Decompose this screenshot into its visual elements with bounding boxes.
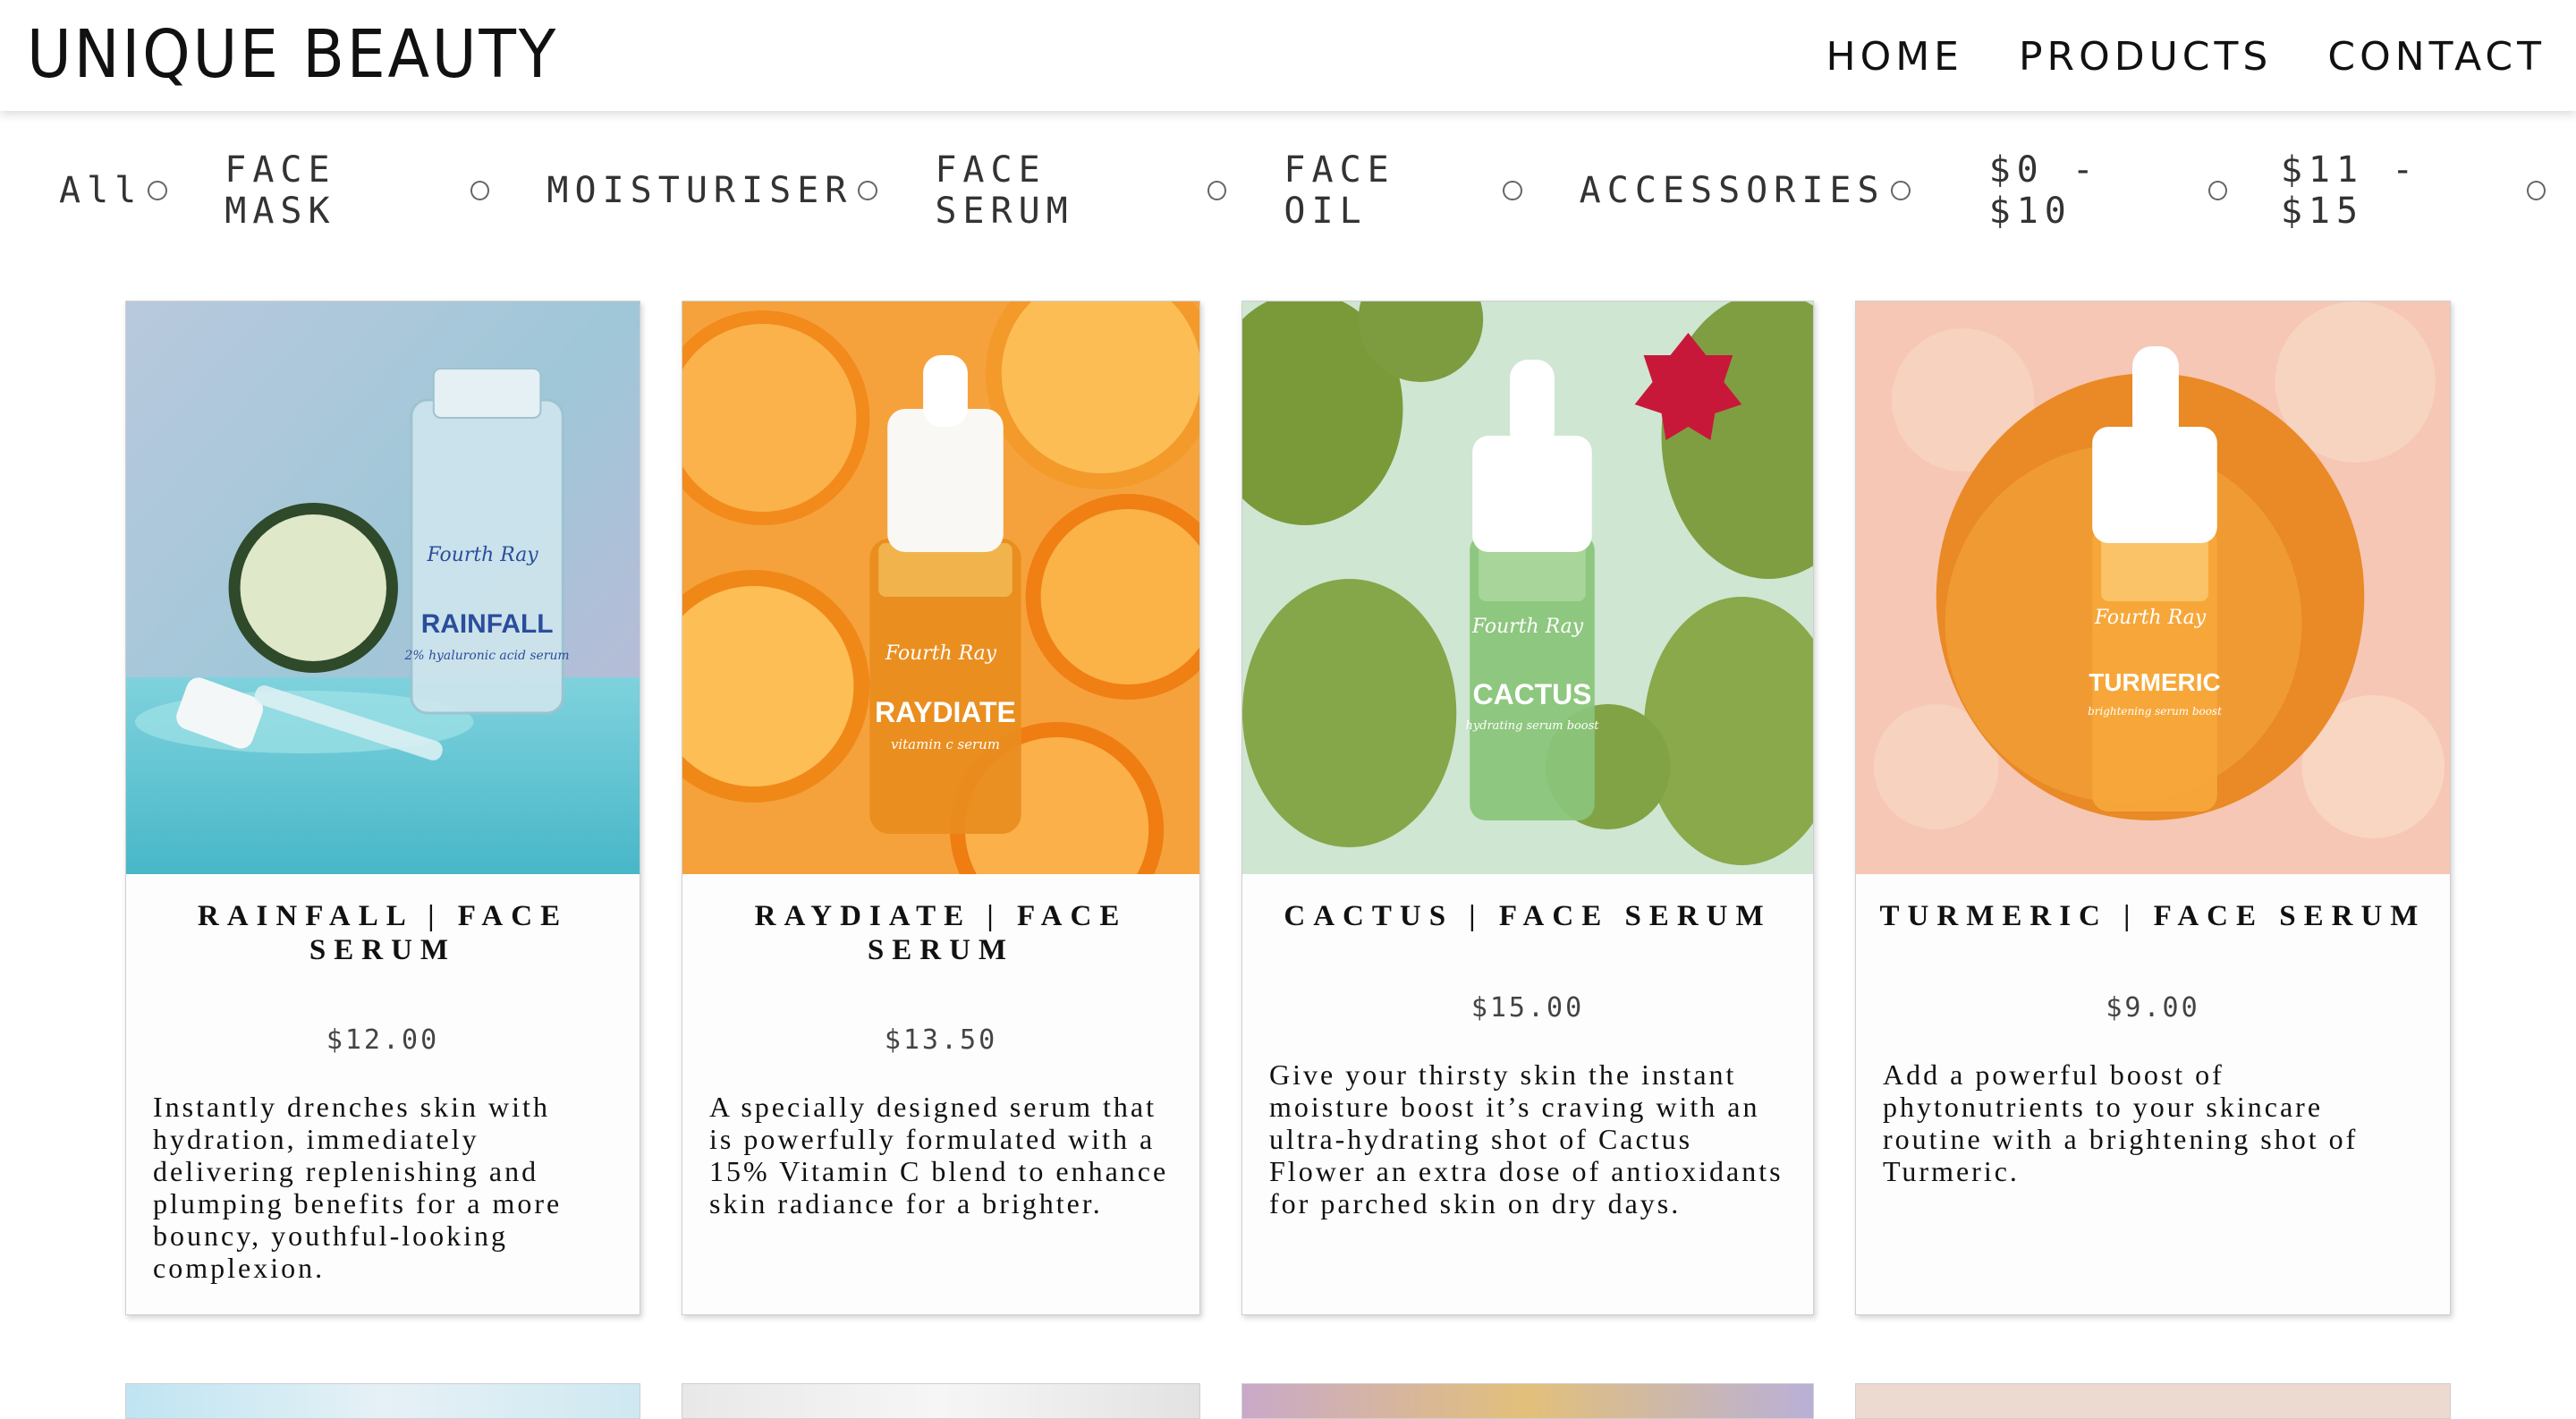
- product-card-partial[interactable]: [682, 1383, 1200, 1419]
- filter-label: $11 - $15: [2280, 149, 2420, 232]
- product-description: Add a powerful boost of phytonutrients t…: [1883, 1058, 2359, 1187]
- svg-text:Fourth Ray: Fourth Ray: [427, 544, 539, 566]
- product-image-cactus[interactable]: CACTUS hydrating serum boost Fourth Ray: [1242, 302, 1813, 874]
- svg-text:Fourth Ray: Fourth Ray: [885, 642, 997, 665]
- product-price: $9.00: [2106, 992, 2200, 1024]
- filter-label: FACE SERUM: [935, 149, 1074, 232]
- product-card[interactable]: TURMERIC brightening serum boost Fourth …: [1855, 301, 2451, 1315]
- filter-radio[interactable]: [1208, 181, 1227, 200]
- product-card[interactable]: RAYDIATE vitamin c serum Fourth Ray RAYD…: [682, 301, 1200, 1315]
- svg-text:TURMERIC: TURMERIC: [2089, 668, 2220, 696]
- product-price: $15.00: [1470, 992, 1585, 1024]
- filter-radio[interactable]: [470, 181, 490, 200]
- filter-label: FACE MASK: [225, 149, 336, 232]
- filter-radio[interactable]: [858, 181, 878, 200]
- filter-price-0-10[interactable]: $0 - $10: [1989, 149, 2227, 232]
- nav-contact-link[interactable]: CONTACT: [2327, 30, 2546, 84]
- filter-radio[interactable]: [2526, 181, 2546, 200]
- product-title[interactable]: CACTUS | FACE SERUM: [1251, 899, 1804, 933]
- filter-face-serum[interactable]: FACE SERUM: [935, 149, 1227, 232]
- filter-label: MOISTURISER: [547, 170, 853, 211]
- filter-accessories[interactable]: ACCESSORIES: [1580, 170, 1911, 211]
- site-header: UNIQUE BEAUTY HOME PRODUCTS CONTACT: [0, 0, 2576, 111]
- filter-radio[interactable]: [2207, 181, 2227, 200]
- svg-text:2% hyaluronic acid serum: 2% hyaluronic acid serum: [404, 649, 570, 663]
- filter-moisturiser[interactable]: MOISTURISER: [547, 170, 878, 211]
- svg-text:RAINFALL: RAINFALL: [421, 609, 554, 639]
- product-title[interactable]: RAINFALL | FACE SERUM: [135, 899, 631, 967]
- product-image-turmeric[interactable]: TURMERIC brightening serum boost Fourth …: [1856, 302, 2450, 874]
- svg-text:brightening serum boost: brightening serum boost: [2088, 705, 2222, 718]
- filter-radio[interactable]: [1890, 181, 1911, 200]
- svg-text:hydrating serum boost: hydrating serum boost: [1466, 719, 1600, 733]
- nav-products-link[interactable]: PRODUCTS: [2019, 30, 2272, 84]
- svg-text:RAYDIATE: RAYDIATE: [875, 696, 1016, 728]
- product-description: Instantly drenches skin with hydration, …: [153, 1091, 563, 1284]
- svg-text:vitamin c serum: vitamin c serum: [891, 736, 1000, 752]
- product-card[interactable]: RAINFALL 2% hyaluronic acid serum Fourth…: [125, 301, 640, 1315]
- filter-face-oil[interactable]: FACE OIL: [1284, 149, 1522, 232]
- filter-radio[interactable]: [1503, 181, 1522, 200]
- filter-all[interactable]: All: [59, 170, 168, 211]
- filter-radio[interactable]: [148, 181, 168, 200]
- product-card-partial[interactable]: [125, 1383, 640, 1419]
- filter-price-11-15[interactable]: $11 - $15: [2281, 149, 2546, 232]
- svg-text:Fourth Ray: Fourth Ray: [1471, 616, 1584, 638]
- product-card-partial[interactable]: [1855, 1383, 2451, 1419]
- product-image-rainfall[interactable]: RAINFALL 2% hyaluronic acid serum Fourth…: [126, 302, 640, 874]
- product-card[interactable]: CACTUS hydrating serum boost Fourth Ray …: [1241, 301, 1814, 1315]
- filter-face-mask[interactable]: FACE MASK: [225, 149, 490, 232]
- brand-logo[interactable]: UNIQUE BEAUTY: [27, 14, 558, 95]
- main-nav: HOME PRODUCTS CONTACT: [1826, 30, 2546, 84]
- product-description: Give your thirsty skin the instant moist…: [1269, 1058, 1784, 1219]
- product-description: A specially designed serum that is power…: [709, 1091, 1169, 1219]
- filter-label: $0 - $10: [1988, 149, 2100, 232]
- product-image-raydiate[interactable]: RAYDIATE vitamin c serum Fourth Ray: [682, 302, 1199, 874]
- product-price: $13.50: [884, 1024, 998, 1056]
- product-card-partial[interactable]: [1241, 1383, 1814, 1419]
- filter-label: FACE OIL: [1284, 149, 1395, 232]
- filter-label: ACCESSORIES: [1579, 170, 1885, 211]
- filter-bar: All FACE MASK MOISTURISER FACE SERUM FAC…: [59, 149, 2546, 232]
- svg-text:Fourth Ray: Fourth Ray: [2094, 607, 2207, 629]
- filter-label: All: [59, 170, 143, 211]
- nav-home-link[interactable]: HOME: [1826, 30, 1963, 84]
- svg-text:CACTUS: CACTUS: [1473, 678, 1592, 710]
- product-title[interactable]: RAYDIATE | FACE SERUM: [691, 899, 1191, 967]
- product-price: $12.00: [326, 1024, 440, 1056]
- product-title[interactable]: TURMERIC | FACE SERUM: [1865, 899, 2441, 933]
